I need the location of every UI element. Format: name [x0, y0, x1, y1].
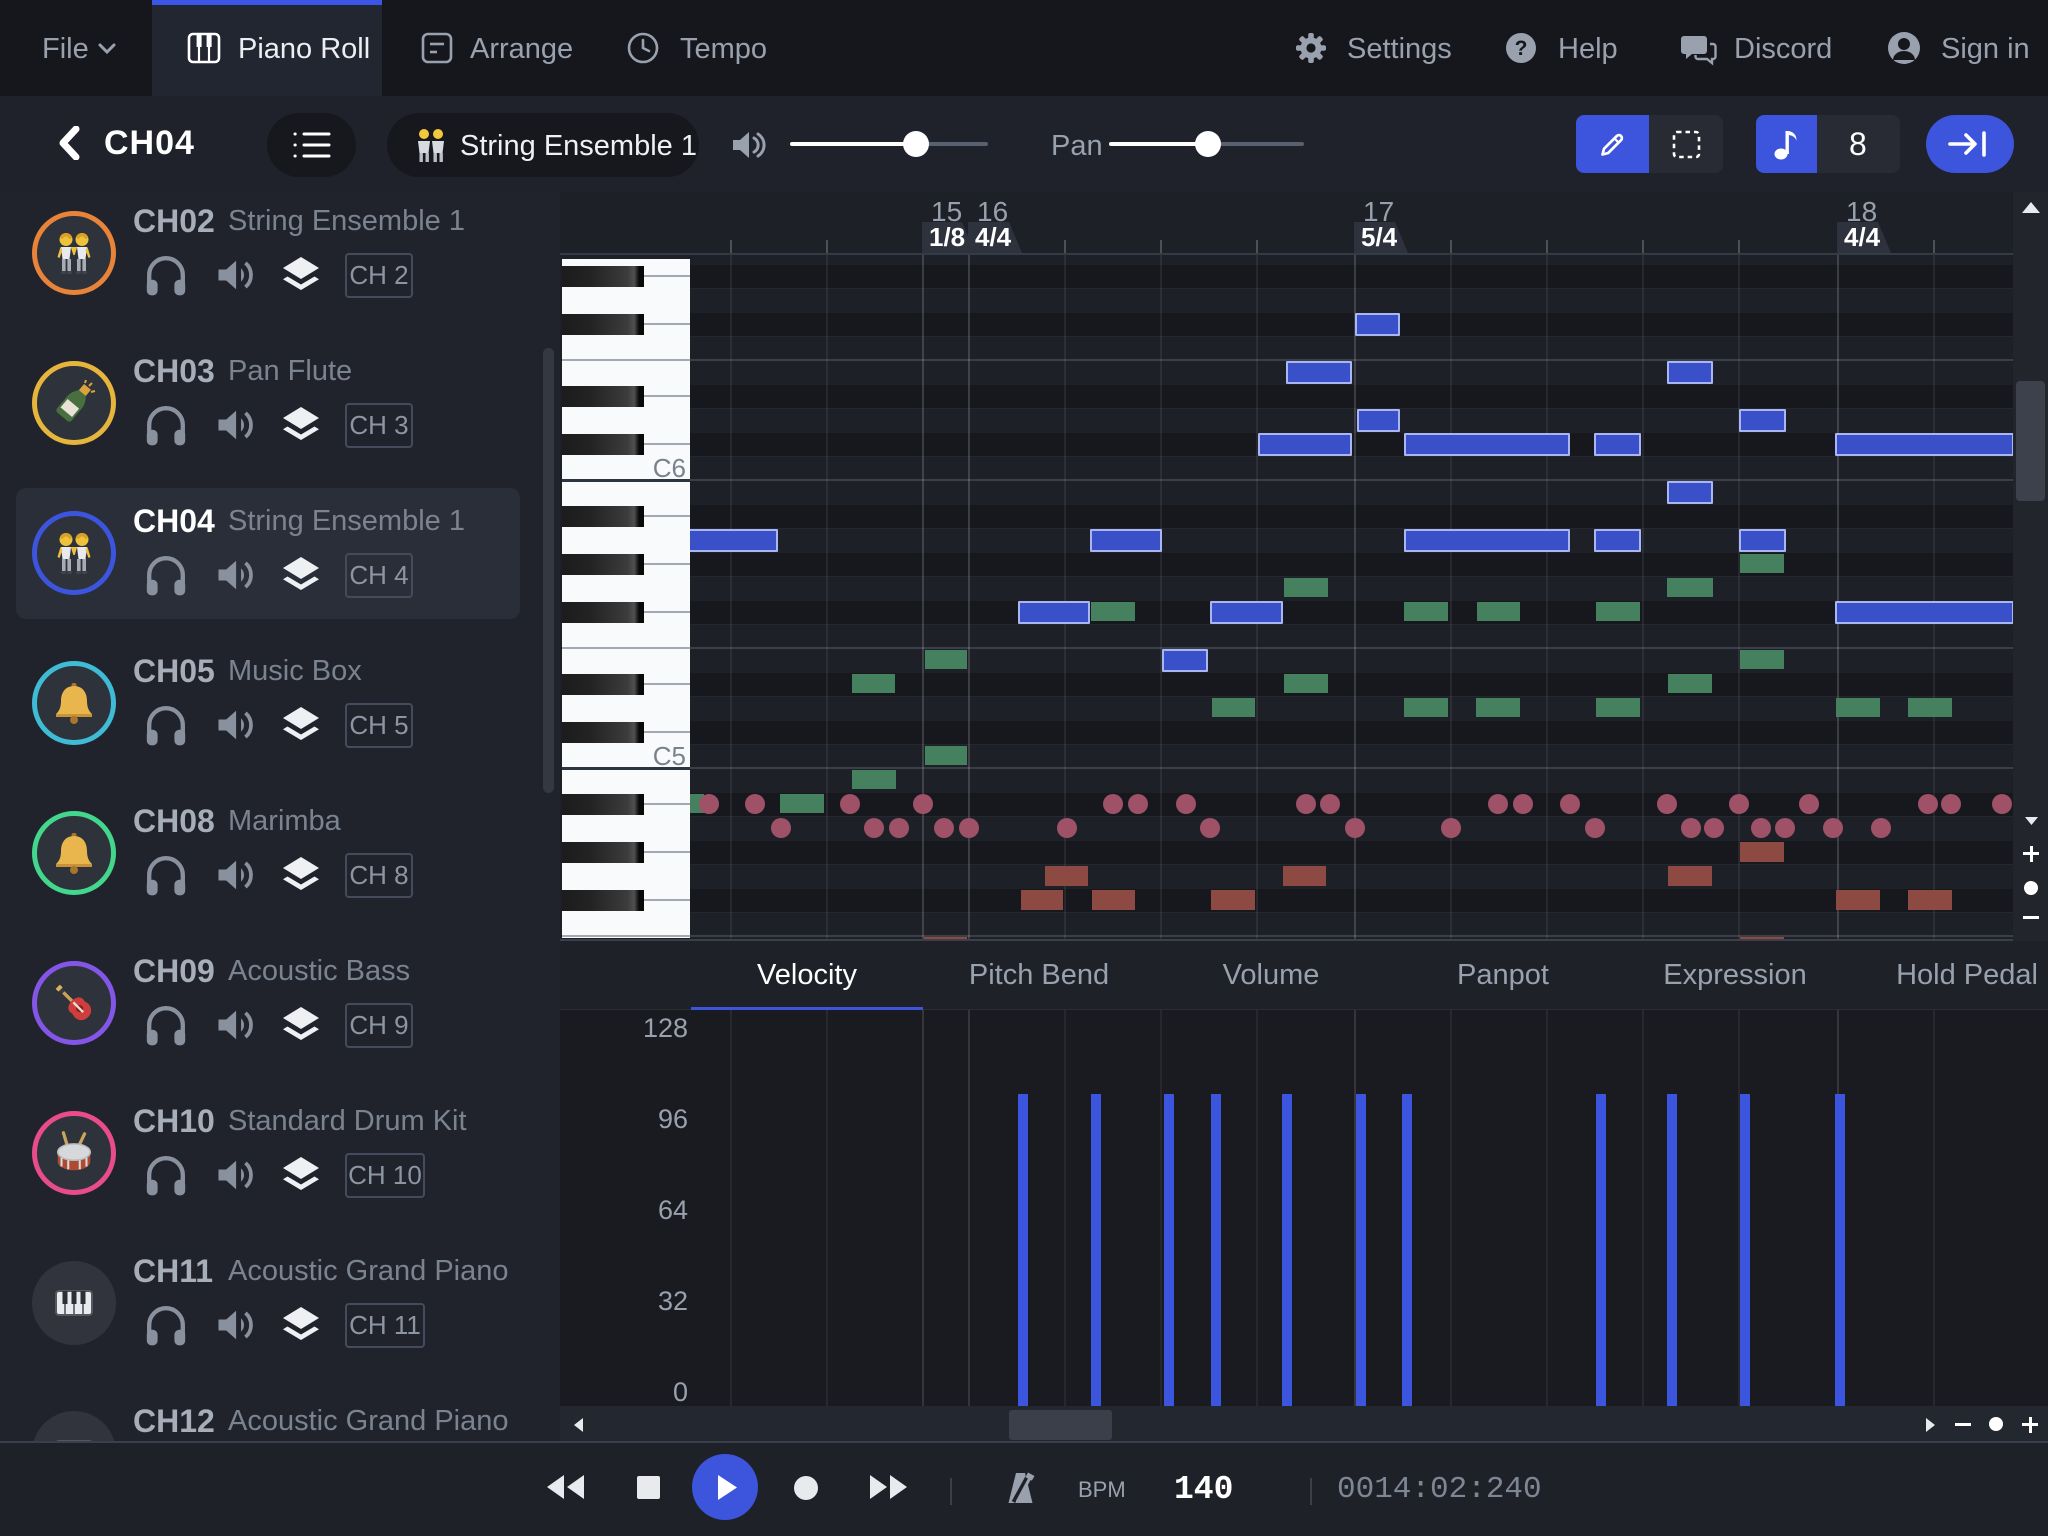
- svg-text:?: ?: [1515, 37, 1528, 60]
